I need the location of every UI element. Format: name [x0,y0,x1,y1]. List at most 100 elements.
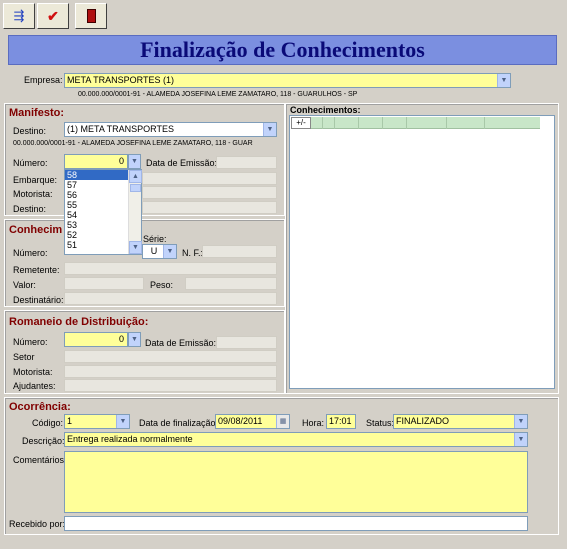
manifesto-destino-label: Destino: [13,126,47,136]
conhecimentos-title: Conhecimentos: [290,105,361,115]
sort-options-button[interactable]: ⇶ [3,3,35,29]
manifesto-numero-value: 0 [118,156,124,166]
grid-column-header[interactable] [447,117,485,129]
conhecimento-valor-label: Valor: [13,280,36,290]
ocorrencia-comentarios-label: Comentários: [13,455,67,465]
ocorrencia-codigo-label: Código: [32,418,64,428]
page-title: Finalização de Conhecimentos [140,37,425,62]
dropdown-scrollbar[interactable]: ▲ ▼ [128,170,142,254]
ocorrencia-hora-value: 17:01 [329,416,352,426]
chevron-down-icon[interactable]: ▼ [497,74,510,87]
grid-column-header[interactable] [485,117,540,129]
scroll-down-icon[interactable]: ▼ [129,241,142,254]
chevron-down-icon[interactable]: ▼ [163,245,176,258]
romaneio-motorista-label: Motorista: [13,367,53,377]
romaneio-numero-label: Número: [13,337,48,347]
exit-button[interactable] [75,3,107,29]
dropdown-option[interactable]: 53 [65,220,128,230]
ocorrencia-recebido-input[interactable] [64,516,528,531]
empresa-select[interactable]: META TRANSPORTES (1) ▼ [64,73,511,88]
chevron-down-icon[interactable]: ▼ [514,415,527,428]
manifesto-embarque-label: Embarque: [13,175,58,185]
conhecimento-serie-value: U [150,246,158,256]
conhecimento-numero-label: Número: [13,248,48,258]
conhecimento-destinatario-label: Destinatário: [13,295,64,305]
ocorrencia-hora-input[interactable]: 17:01 [326,414,356,429]
manifesto-destino-select[interactable]: (1) META TRANSPORTES ▼ [64,122,277,137]
manifesto-numero-dropdown-list[interactable]: 58 57 56 55 54 53 52 51 ▲ ▼ [64,169,142,255]
manifesto-motorista-field [142,186,277,199]
title-banner: Finalização de Conhecimentos [8,35,557,65]
romaneio-numero-value: 0 [118,334,124,344]
romaneio-ajudantes-field [64,379,277,392]
manifesto-title: Manifesto: [9,107,64,119]
ocorrencia-comentarios-textarea[interactable] [64,451,528,513]
chevron-down-icon[interactable]: ▼ [116,415,129,428]
grid-column-header[interactable] [359,117,383,129]
dropdown-option[interactable]: 57 [65,180,128,190]
scroll-thumb[interactable] [130,184,141,192]
grid-header: +/- [291,117,540,129]
grid-column-header[interactable] [323,117,335,129]
empresa-label: Empresa: [24,75,63,85]
manifesto-numero-input[interactable]: 0 [64,154,128,169]
ocorrencia-recebido-label: Recebido por: [9,519,66,529]
grid-column-header[interactable] [311,117,323,129]
chevron-down-icon[interactable]: ▼ [128,154,141,169]
manifesto-destino2-field [142,201,277,214]
ocorrencia-data-finalizacao-value: 09/08/2011 [218,416,263,426]
conhecimento-remetente-label: Remetente: [13,265,60,275]
romaneio-motorista-field [64,365,277,378]
conhecimento-serie-select[interactable]: U ▼ [142,244,177,259]
conhecimento-nf-label: N. F.: [182,248,204,258]
conhecimento-peso-field [185,277,277,290]
conhecimento-destinatario-field [64,292,277,305]
ocorrencia-title: Ocorrência: [9,401,71,413]
dropdown-option[interactable]: 56 [65,190,128,200]
romaneio-ajudantes-label: Ajudantes: [13,381,56,391]
romaneio-title: Romaneio de Distribuição: [9,316,149,328]
romaneio-data-emissao-field [216,336,277,349]
ocorrencia-data-finalizacao-input[interactable]: 09/08/2011 ▦ [215,414,290,429]
exit-door-icon [86,9,96,23]
ocorrencia-codigo-value: 1 [67,416,73,426]
ocorrencia-data-finalizacao-label: Data de finalização: [139,418,219,428]
manifesto-data-emissao-label: Data de Emissão: [146,158,218,168]
romaneio-numero-input[interactable]: 0 [64,332,128,347]
empresa-value: META TRANSPORTES (1) [67,75,175,85]
chevron-down-icon[interactable]: ▼ [514,433,527,446]
manifesto-destino-address: 00.000.000/0001-91 - ALAMEDA JOSEFINA LE… [13,140,253,147]
grid-toggle-button[interactable]: +/- [291,117,311,129]
dropdown-option[interactable]: 58 [65,170,128,180]
conhecimento-nf-field [202,245,277,258]
calendar-icon[interactable]: ▦ [276,415,289,428]
empresa-address: 00.000.000/0001-91 - ALAMEDA JOSEFINA LE… [78,91,358,98]
grid-column-header[interactable] [407,117,447,129]
manifesto-embarque-field [142,172,277,185]
scroll-up-icon[interactable]: ▲ [129,170,142,183]
ocorrencia-descricao-value: Entrega realizada normalmente [67,434,193,444]
ocorrencia-status-value: FINALIZADO [396,416,450,426]
manifesto-numero-label: Número: [13,158,48,168]
grid-column-header[interactable] [383,117,407,129]
ocorrencia-descricao-select[interactable]: Entrega realizada normalmente ▼ [64,432,528,447]
manifesto-destino-value: (1) META TRANSPORTES [67,124,175,134]
confirm-button[interactable]: ✔ [37,3,69,29]
ocorrencia-codigo-select[interactable]: 1 ▼ [64,414,130,429]
chevron-down-icon[interactable]: ▼ [128,332,141,347]
dropdown-option[interactable]: 52 [65,230,128,240]
dropdown-option[interactable]: 51 [65,240,128,250]
ocorrencia-hora-label: Hora: [302,418,325,428]
dropdown-option[interactable]: 55 [65,200,128,210]
romaneio-data-emissao-label: Data de Emissão: [145,338,217,348]
conhecimento-peso-label: Peso: [150,280,174,290]
manifesto-destino2-label: Destino: [13,204,47,214]
conhecimento-valor-field [64,277,144,290]
grid-column-header[interactable] [335,117,359,129]
ocorrencia-descricao-label: Descrição: [22,436,65,446]
ocorrencia-status-select[interactable]: FINALIZADO ▼ [393,414,528,429]
conhecimentos-grid[interactable]: +/- [289,115,555,389]
dropdown-option[interactable]: 54 [65,210,128,220]
romaneio-setor-field [64,350,277,363]
chevron-down-icon[interactable]: ▼ [263,123,276,136]
